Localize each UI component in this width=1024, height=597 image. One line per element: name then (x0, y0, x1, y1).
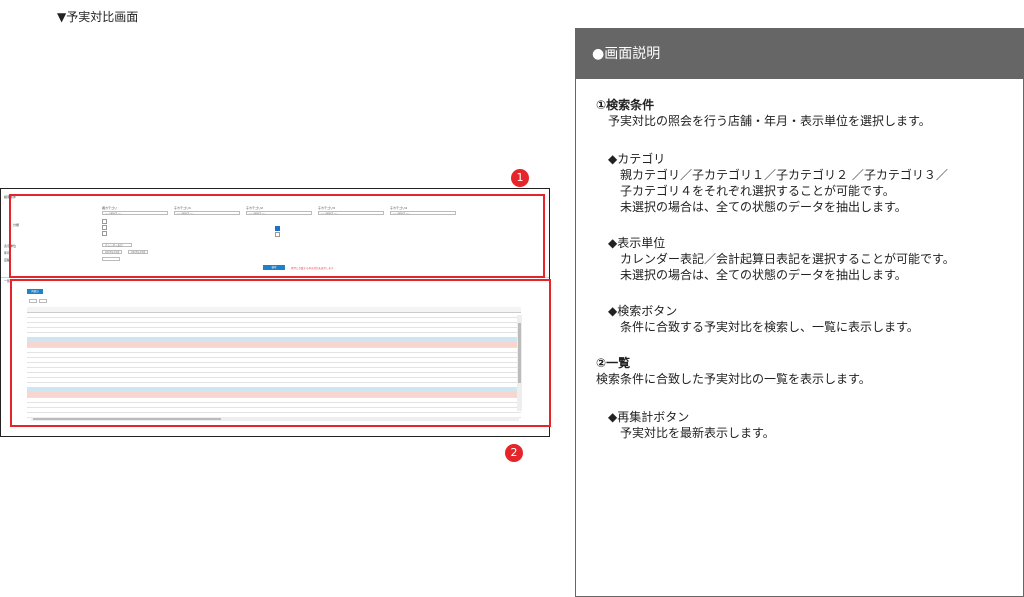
item-search-button: ◆検索ボタン 条件に合致する予実対比を検索し、一覧に表示します。 (608, 303, 1023, 335)
item-line: カレンダー表記／会計起算日表記を選択することが可能です。 (620, 252, 955, 266)
marker-1: 1 (511, 169, 529, 187)
item-unit: ◆表示単位 カレンダー表記／会計起算日表記を選択することが可能です。 未選択の場… (608, 235, 1023, 283)
item-line: 未選択の場合は、全ての状態のデータを抽出します。 (620, 268, 907, 282)
section-desc-search: 予実対比の照会を行う店舗・年月・表示単位を選択します。 (608, 114, 931, 128)
item-title-search-button: ◆検索ボタン (608, 304, 678, 318)
section-title-list: ②一覧 (596, 356, 631, 370)
panel-header: ●画面説明 (576, 29, 1023, 79)
highlight-box-search (9, 194, 545, 278)
item-title-recalc-button: ◆再集計ボタン (608, 410, 690, 424)
item-category: ◆カテゴリ 親カテゴリ／子カテゴリ１／子カテゴリ２ ／子カテゴリ３／ 子カテゴリ… (608, 151, 1023, 215)
section-desc-list: 検索条件に合致した予実対比の一覧を表示します。 (596, 372, 871, 386)
item-line: 未選択の場合は、全ての状態のデータを抽出します。 (620, 200, 907, 214)
item-recalc-button: ◆再集計ボタン 予実対比を最新表示します。 (608, 409, 1023, 441)
marker-2: 2 (505, 444, 523, 462)
item-title-unit: ◆表示単位 (608, 236, 666, 250)
item-line: 親カテゴリ／子カテゴリ１／子カテゴリ２ ／子カテゴリ３／ (620, 168, 948, 182)
item-line: 予実対比を最新表示します。 (620, 426, 775, 440)
item-title-category: ◆カテゴリ (608, 152, 666, 166)
description-panel: ●画面説明 ①検索条件 予実対比の照会を行う店舗・年月・表示単位を選択します。 … (575, 28, 1024, 597)
panel-body: ①検索条件 予実対比の照会を行う店舗・年月・表示単位を選択します。 ◆カテゴリ … (576, 79, 1023, 441)
highlight-box-list (10, 279, 551, 427)
item-line: 子カテゴリ４をそれぞれ選択することが可能です。 (620, 184, 895, 198)
section-title-search: ①検索条件 (596, 98, 655, 112)
item-line: 条件に合致する予実対比を検索し、一覧に表示します。 (620, 320, 919, 334)
page-title: ▼予実対比画面 (57, 10, 139, 24)
